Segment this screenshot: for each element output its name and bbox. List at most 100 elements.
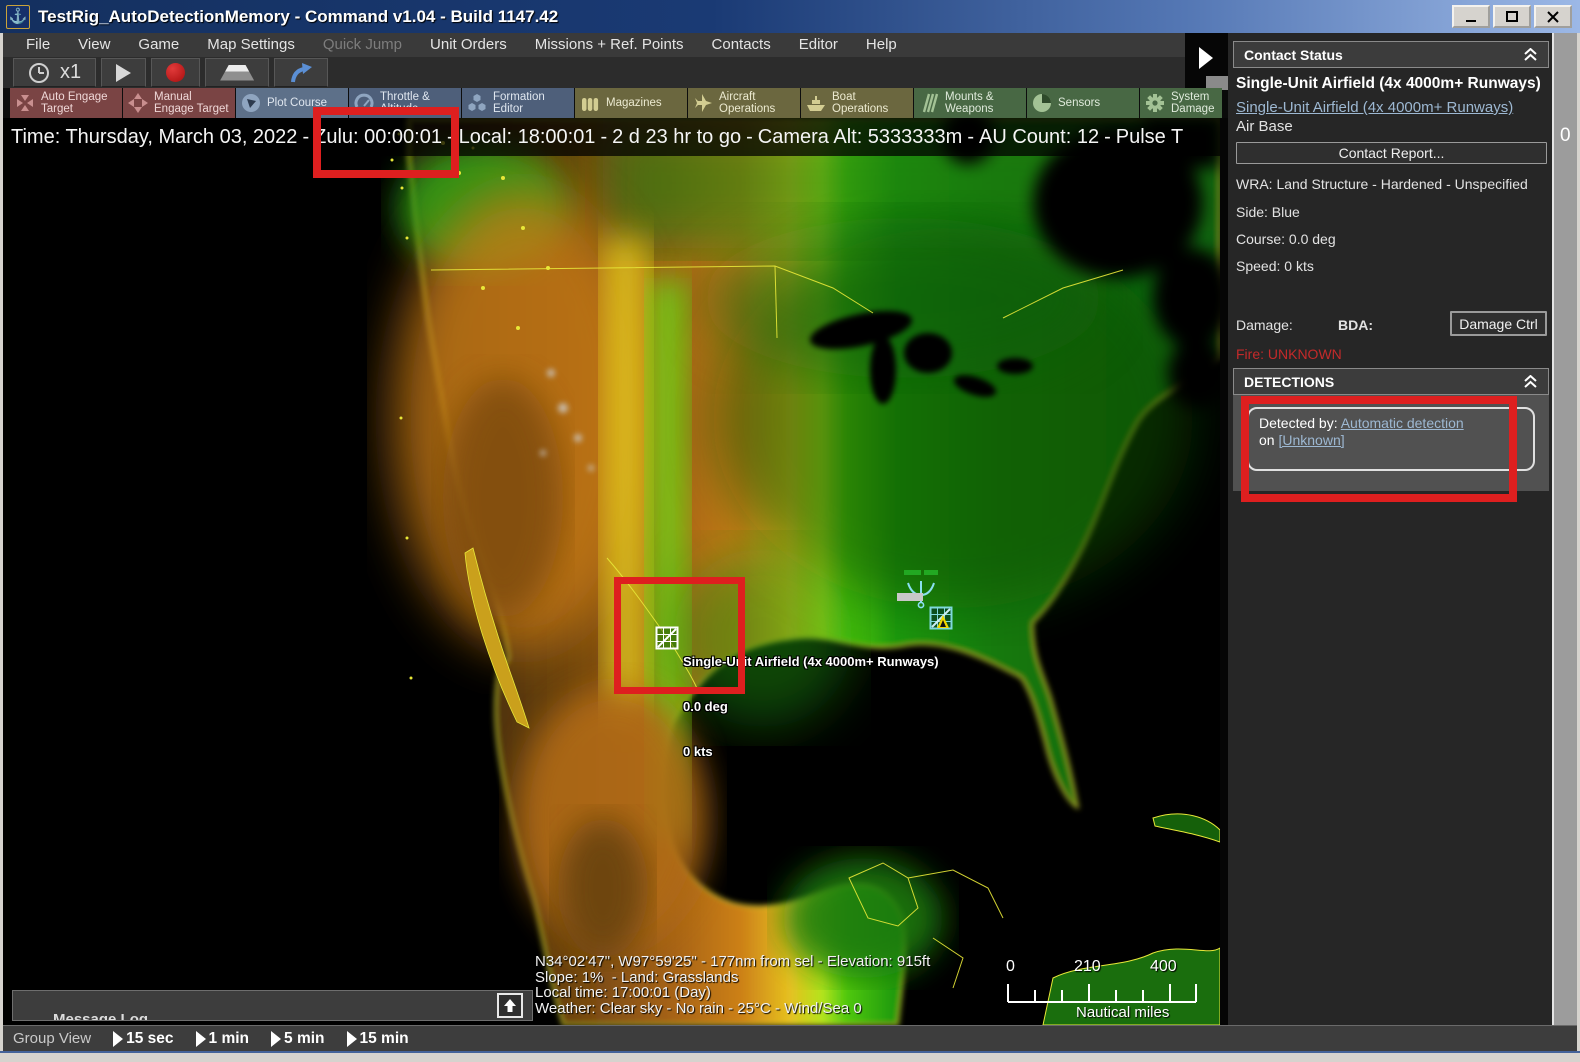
play-button[interactable] (101, 58, 147, 87)
contact-health-bar (924, 570, 938, 575)
collapse-chevron-icon[interactable] (1523, 375, 1538, 388)
menu-file[interactable]: File (13, 33, 63, 57)
system-damage-gear-icon (1146, 94, 1164, 112)
window-frame-bottom (0, 1051, 1580, 1062)
time-status-bar: Time: Thursday, March 03, 2022- Zulu: 00:… (3, 118, 1220, 156)
contact-selection-bar (897, 593, 923, 601)
interval-15sec[interactable]: 15 sec (113, 1029, 174, 1048)
tab-label: Magazines (606, 97, 662, 109)
tab-formation-editor[interactable]: Formation Editor (462, 88, 574, 118)
unit-course: 0.0 deg (683, 699, 728, 714)
tab-boat-operations[interactable]: Boat Operations (801, 88, 913, 118)
tab-label: Mounts & Weapons (945, 91, 994, 115)
tab-sensors[interactable]: Sensors (1027, 88, 1139, 118)
time-speed-label: x1 (60, 61, 82, 83)
time-local: Local: 18:00:01 (458, 126, 596, 148)
menu-missions-ref-points[interactable]: Missions + Ref. Points (522, 33, 697, 57)
contact-report-button[interactable]: Contact Report... (1236, 142, 1547, 164)
menu-unit-orders[interactable]: Unit Orders (417, 33, 520, 57)
clock-icon (29, 62, 49, 83)
map-3d-view-button[interactable] (205, 58, 270, 87)
function-tab-bar: Auto Engage Target Manual Engage Target … (3, 88, 1222, 118)
scale-unit-label: Nautical miles (1076, 1004, 1170, 1021)
contact-health-bar (904, 570, 921, 575)
annotation-map-unit (614, 577, 745, 694)
aircraft-icon (695, 94, 712, 112)
menu-view[interactable]: View (65, 33, 123, 57)
menu-game[interactable]: Game (125, 33, 192, 57)
collapse-chevron-icon[interactable] (1523, 48, 1538, 61)
tab-label: Aircraft Operations (719, 91, 776, 115)
scale-ruler (1007, 984, 1197, 1003)
contact-name-link[interactable]: Single-Unit Airfield (4x 4000m+ Runways) (1236, 99, 1513, 116)
time-date: Time: Thursday, March 03, 2022 (11, 126, 298, 148)
interval-1min[interactable]: 1 min (195, 1029, 250, 1048)
main-toolbar: x1 (3, 57, 1185, 88)
app-window: ⚓ TestRig_AutoDetectionMemory - Command … (0, 0, 1580, 1062)
app-icon: ⚓ (6, 4, 30, 29)
tab-auto-engage-target[interactable]: Auto Engage Target (10, 88, 122, 118)
detected-airfield-icon[interactable] (929, 606, 953, 630)
tactical-map[interactable]: Time: Thursday, March 03, 2022- Zulu: 00:… (3, 118, 1220, 1025)
annotation-zulu-time (313, 107, 459, 178)
interval-5min[interactable]: 5 min (271, 1029, 325, 1048)
cursor-local-time: Local time: 17:00:01 (Day) (535, 984, 711, 1001)
tab-label: Manual Engage Target (154, 91, 229, 115)
contact-wra: WRA: Land Structure - Hardened - Unspeci… (1236, 176, 1528, 192)
unit-speed: 0 kts (683, 744, 713, 759)
menu-map-settings[interactable]: Map Settings (194, 33, 308, 57)
camera-altitude: Camera Alt: 5333333m (757, 126, 963, 148)
interval-label: 5 min (284, 1029, 325, 1047)
jump-button[interactable] (274, 58, 329, 87)
tab-label: Auto Engage Target (41, 91, 108, 115)
bda-label: BDA: (1338, 317, 1373, 333)
close-icon (1547, 10, 1559, 23)
tab-system-damage[interactable]: System Damage (1140, 88, 1222, 118)
maximize-button[interactable] (1493, 5, 1531, 28)
map-scale-bar: 0 210 400 Nautical miles (998, 958, 1208, 1021)
tab-magazines[interactable]: Magazines (575, 88, 687, 118)
cursor-position: N34°02'47", W97°59'25" - 177nm from sel … (535, 953, 931, 970)
contact-status-header[interactable]: Contact Status (1233, 41, 1549, 68)
message-log-bar[interactable]: Message Log (12, 990, 533, 1021)
interval-label: 15 sec (126, 1029, 174, 1047)
window-title: TestRig_AutoDetectionMemory - Command v1… (38, 6, 559, 26)
contact-status-panel: Contact Status Single-Unit Airfield (4x … (1228, 33, 1552, 1025)
tab-aircraft-operations[interactable]: Aircraft Operations (688, 88, 800, 118)
interval-label: 1 min (208, 1029, 250, 1047)
sensors-radar-icon (1033, 94, 1051, 112)
record-icon (166, 63, 186, 82)
title-bar[interactable]: ⚓ TestRig_AutoDetectionMemory - Command … (0, 0, 1580, 33)
cursor-terrain: Slope: 1% - Land: Grasslands (535, 968, 739, 986)
play-triangle-icon (113, 1030, 124, 1047)
scale-tick-400: 400 (1150, 958, 1177, 975)
minimize-button[interactable] (1452, 5, 1490, 28)
plot-course-icon (242, 94, 260, 112)
play-triangle-icon (195, 1030, 206, 1047)
tab-label: Boat Operations (832, 91, 889, 115)
interval-15min[interactable]: 15 min (346, 1030, 409, 1048)
close-button[interactable] (1534, 5, 1572, 28)
detections-header[interactable]: DETECTIONS (1233, 368, 1549, 395)
curved-arrow-icon (291, 62, 313, 82)
tab-manual-engage-target[interactable]: Manual Engage Target (123, 88, 235, 118)
time-remaining: 2 d 23 hr to go (612, 126, 742, 148)
panel-expand-icon[interactable] (1199, 47, 1213, 69)
tab-mounts-weapons[interactable]: Mounts & Weapons (914, 88, 1026, 118)
menu-contacts[interactable]: Contacts (699, 33, 784, 57)
contact-type: Air Base (1236, 118, 1293, 135)
time-compression-button[interactable]: x1 (13, 58, 97, 87)
record-button[interactable] (151, 58, 201, 87)
bottom-status-bar: Group View 15 sec 1 min 5 min 15 min (3, 1025, 1577, 1051)
damage-ctrl-button[interactable]: Damage Ctrl (1450, 311, 1547, 336)
panel-scrollbar[interactable]: 0 (1552, 33, 1577, 1025)
manual-engage-icon (128, 93, 148, 113)
message-log-restore-button[interactable] (497, 993, 523, 1018)
minimize-icon (1466, 19, 1476, 22)
menu-help[interactable]: Help (853, 33, 910, 57)
formation-hexagons-icon (468, 94, 486, 111)
magazines-bullets-icon (582, 98, 599, 111)
contact-name: Single-Unit Airfield (4x 4000m+ Runways) (1236, 75, 1541, 92)
menu-editor[interactable]: Editor (786, 33, 851, 57)
group-view-label[interactable]: Group View (13, 1030, 91, 1047)
